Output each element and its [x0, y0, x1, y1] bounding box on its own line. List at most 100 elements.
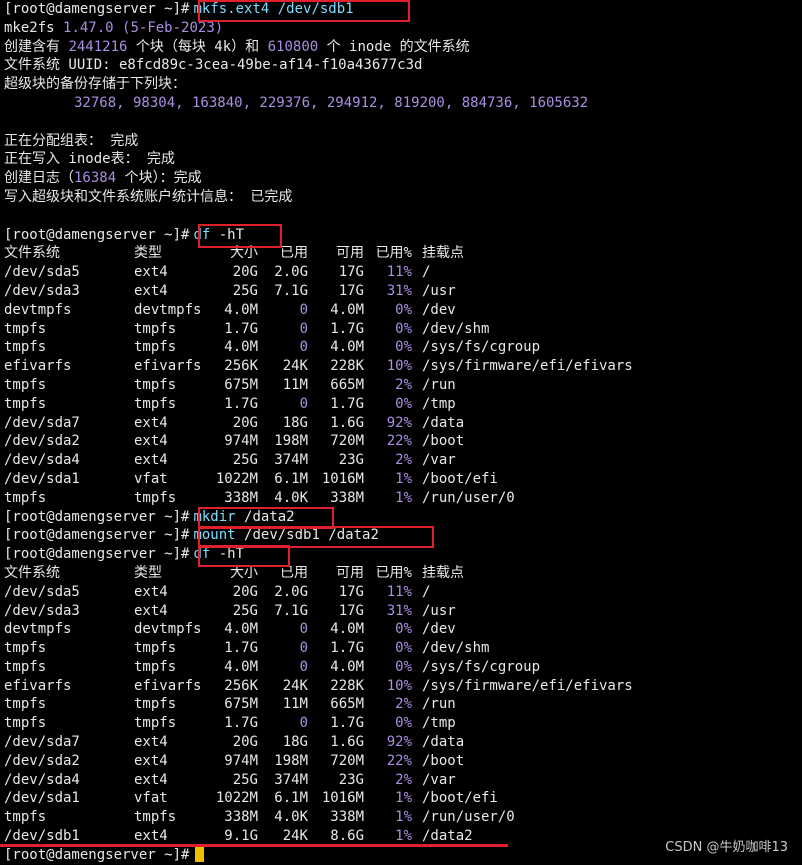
df-cell-type: ext4 [134, 771, 168, 788]
df-cell-mounted-on: /sys/fs/cgroup [422, 339, 541, 356]
df-table-row: efivarfs efivarfs 256K 24K 228K 10% /sys/firmw… [4, 677, 802, 696]
df-cell-mounted-on: /boot/efi [422, 790, 498, 807]
df-cell-mounted-on: / [422, 583, 431, 600]
df-cell-mounted-on: /run [422, 696, 456, 713]
df-cell-type: tmpfs [134, 640, 177, 657]
terminal[interactable]: [root@damengserver ~]# mkfs.ext4 /dev/sdb… [4, 0, 802, 865]
df-cell-type: tmpfs [134, 696, 177, 713]
df-header-avail: 可用 [336, 564, 364, 581]
df-cell-filesystem: tmpfs [4, 376, 47, 393]
df-cell-use-pct: 0% [395, 339, 412, 356]
df-table-row: /dev/sda7 ext4 20G 18G 1.6G 92% /data [4, 414, 802, 433]
df-cell-size: 4.0M [224, 301, 258, 318]
df-cell-filesystem: tmpfs [4, 640, 47, 657]
df-cell-used: 0 [299, 339, 308, 356]
df-header-mounted-on: 挂载点 [422, 245, 464, 262]
df-cell-avail: 1.6G [330, 734, 364, 751]
df-table-row: /dev/sda1 vfat 1022M 6.1M 1016M 1% /boot/efi [4, 470, 802, 489]
df-cell-type: tmpfs [134, 489, 177, 506]
df-header-row: 文件系统 类型 大小 已用 可用 已用% 挂载点 [4, 244, 802, 263]
df-table-row: tmpfs tmpfs 1.7G 0 1.7G 0% /dev/shm [4, 320, 802, 339]
df-cell-size: 974M [224, 433, 258, 450]
df-cell-use-pct: 2% [395, 771, 412, 788]
df-cell-size: 256K [224, 358, 258, 375]
df-cell-used: 198M [274, 433, 308, 450]
df-cell-filesystem: tmpfs [4, 658, 47, 675]
df-cell-avail: 228K [330, 358, 364, 375]
df-cell-mounted-on: /var [422, 771, 456, 788]
prompt: [root@damengserver ~]# [4, 508, 190, 525]
df-cell-mounted-on: /var [422, 452, 456, 469]
df-cell-mounted-on: /boot [422, 752, 465, 769]
df-cell-mounted-on: /usr [422, 282, 456, 299]
df-table-row: /dev/sda3 ext4 25G 7.1G 17G 31% /usr [4, 602, 802, 621]
df-cell-type: ext4 [134, 583, 168, 600]
watermark: CSDN @牛奶咖啡13 [665, 840, 788, 855]
df-cell-type: efivarfs [134, 677, 202, 694]
df-cell-use-pct: 1% [395, 809, 412, 826]
df-cell-use-pct: 92% [386, 414, 412, 431]
df-cell-use-pct: 22% [386, 752, 412, 769]
df-cell-avail: 720M [330, 433, 364, 450]
df-cell-used: 198M [274, 752, 308, 769]
df-cell-filesystem: devtmpfs [4, 621, 72, 638]
df-cell-used: 0 [299, 301, 308, 318]
df-table-row: /dev/sda2 ext4 974M 198M 720M 22% /boot [4, 432, 802, 451]
df-cell-filesystem: efivarfs [4, 358, 72, 375]
df-table-row: tmpfs tmpfs 4.0M 0 4.0M 0% /sys/fs/cgroup [4, 338, 802, 357]
text-cursor [195, 847, 205, 863]
df-cell-used: 0 [299, 621, 308, 638]
df-table-row: tmpfs tmpfs 675M 11M 665M 2% /run [4, 695, 802, 714]
df-cell-used: 18G [282, 414, 308, 431]
df-cell-filesystem: /dev/sda1 [4, 470, 80, 487]
df-cell-type: ext4 [134, 433, 168, 450]
df-cell-size: 20G [232, 734, 258, 751]
df-cell-used: 24K [282, 677, 308, 694]
df-cell-size: 675M [224, 696, 258, 713]
df-table-row: /dev/sda3 ext4 25G 7.1G 17G 31% /usr [4, 282, 802, 301]
df-cell-avail: 338M [330, 489, 364, 506]
df-cell-mounted-on: /data [422, 414, 465, 431]
df-cell-used: 11M [282, 376, 308, 393]
highlight-box-df-1 [198, 224, 282, 248]
df-cell-used: 0 [299, 658, 308, 675]
prompt: [root@damengserver ~]# [4, 527, 190, 544]
df-cell-use-pct: 2% [395, 376, 412, 393]
df-header-use-pct: 已用% [375, 564, 412, 581]
df-cell-avail: 665M [330, 696, 364, 713]
df-table-row: efivarfs efivarfs 256K 24K 228K 10% /sys/firmw… [4, 357, 802, 376]
highlight-box-df-2 [198, 545, 290, 567]
df-cell-used: 24K [282, 358, 308, 375]
df-cell-filesystem: tmpfs [4, 696, 47, 713]
df-header-filesystem: 文件系统 [4, 564, 60, 581]
df-cell-type: devtmpfs [134, 301, 202, 318]
df-cell-avail: 17G [338, 264, 364, 281]
df-cell-type: ext4 [134, 414, 168, 431]
mkfs-status-1: 正在分配组表： 完成 [4, 132, 139, 149]
df-cell-type: tmpfs [134, 809, 177, 826]
df-cell-mounted-on: /tmp [422, 715, 456, 732]
df-cell-avail: 228K [330, 677, 364, 694]
df-table-row: /dev/sda5 ext4 20G 2.0G 17G 11% / [4, 263, 802, 282]
df-cell-size: 20G [232, 414, 258, 431]
df-cell-filesystem: /dev/sda2 [4, 752, 80, 769]
df-cell-avail: 1.7G [330, 395, 364, 412]
df-cell-mounted-on: /dev/shm [422, 640, 490, 657]
df-cell-size: 338M [224, 489, 258, 506]
df-cell-use-pct: 0% [395, 658, 412, 675]
df-table-row: tmpfs tmpfs 675M 11M 665M 2% /run [4, 376, 802, 395]
df-table-row: /dev/sda7 ext4 20G 18G 1.6G 92% /data [4, 733, 802, 752]
df-cell-used: 0 [299, 715, 308, 732]
df-table-row: /dev/sda4 ext4 25G 374M 23G 2% /var [4, 451, 802, 470]
df-cell-size: 1.7G [224, 395, 258, 412]
df-cell-filesystem: devtmpfs [4, 301, 72, 318]
df-cell-filesystem: tmpfs [4, 809, 47, 826]
df-cell-used: 374M [274, 452, 308, 469]
df-cell-filesystem: /dev/sda4 [4, 771, 80, 788]
df-cell-use-pct: 1% [395, 790, 412, 807]
df-cell-mounted-on: /boot [422, 433, 465, 450]
highlight-box-mkfs [198, 0, 410, 22]
df-cell-mounted-on: /dev/shm [422, 320, 490, 337]
df-cell-filesystem: /dev/sda5 [4, 583, 80, 600]
df-cell-use-pct: 0% [395, 320, 412, 337]
